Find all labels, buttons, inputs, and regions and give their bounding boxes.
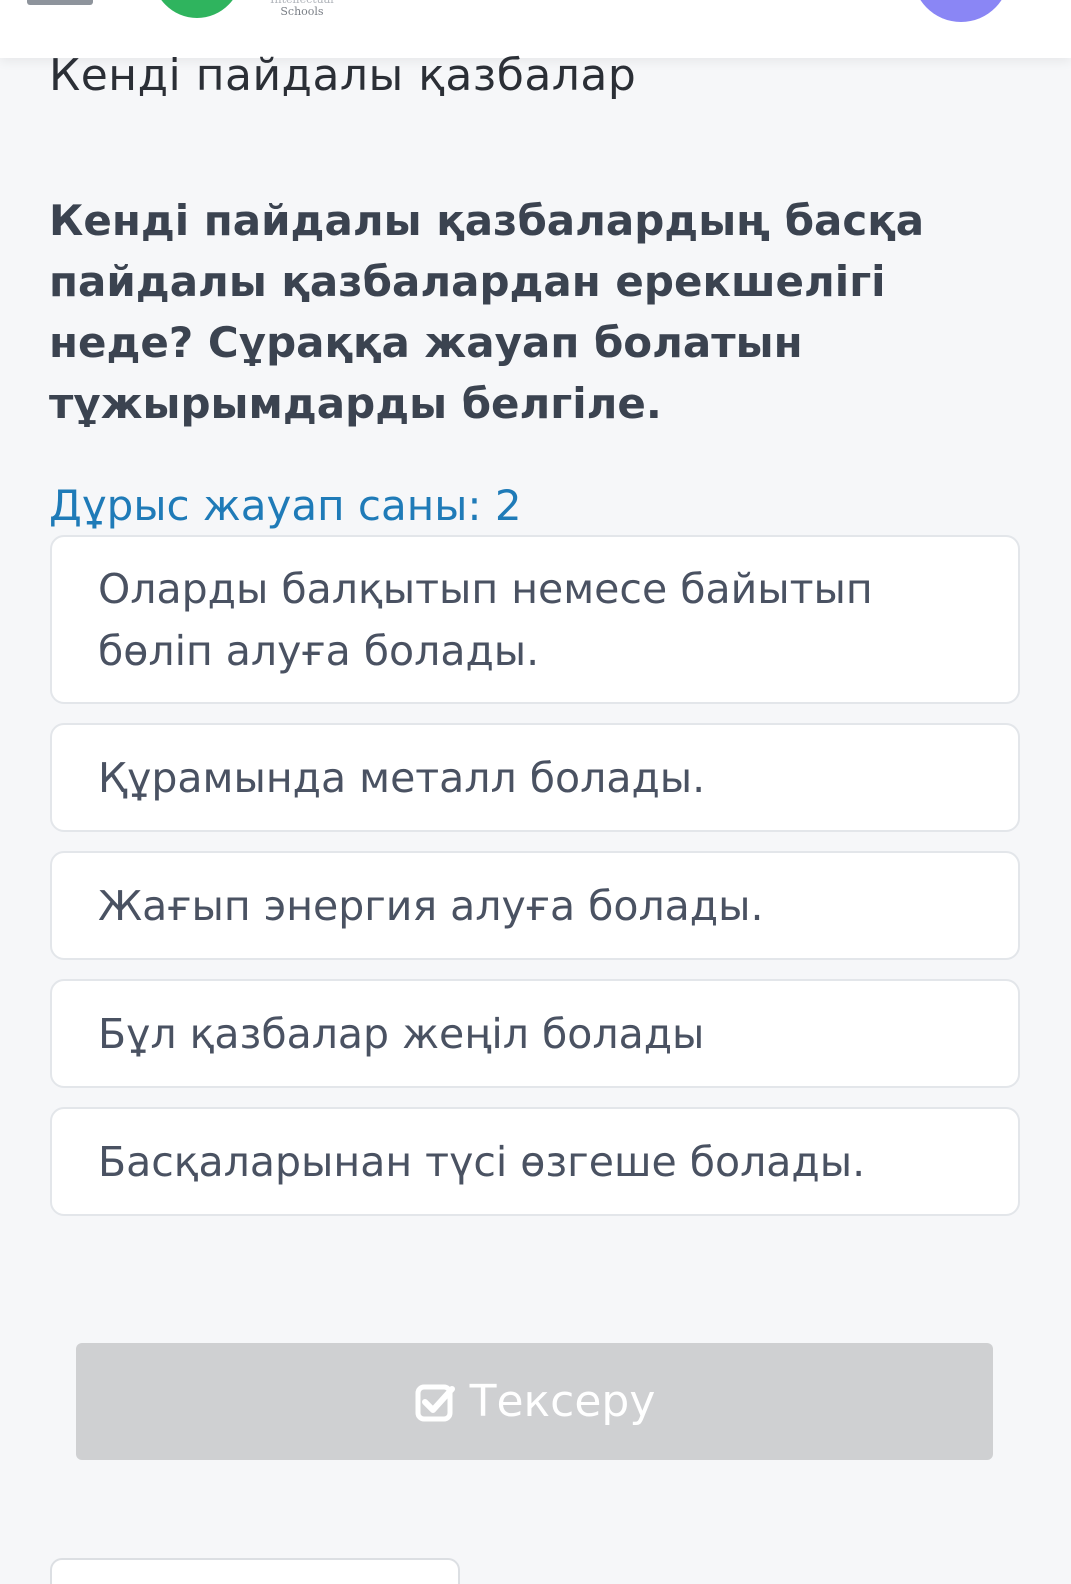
- answer-option-4[interactable]: Бұл қазбалар жеңіл болады: [50, 979, 1020, 1088]
- logo-icon[interactable]: [152, 0, 242, 18]
- answer-option-label: Басқаларынан түсі өзгеше болады.: [98, 1137, 866, 1186]
- correct-answer-count: Дұрыс жауап саны: 2: [49, 481, 522, 530]
- page-title: Кенді пайдалы қазбалар: [49, 50, 637, 101]
- logo-text: Intellectual Schools: [262, 0, 342, 18]
- answer-option-2[interactable]: Құрамында металл болады.: [50, 723, 1020, 832]
- logo-text-bottom: Schools: [280, 5, 324, 18]
- answer-option-3[interactable]: Жағып энергия алуға болады.: [50, 851, 1020, 960]
- menu-icon[interactable]: [27, 0, 93, 5]
- avatar[interactable]: [912, 0, 1010, 22]
- question-text: Кенді пайдалы қазбалардың басқа пайдалы …: [49, 196, 925, 428]
- answer-options: Оларды балқытып немесе байытып бөліп алу…: [50, 535, 1020, 1235]
- answer-option-5[interactable]: Басқаларынан түсі өзгеше болады.: [50, 1107, 1020, 1216]
- quiz-page: Intellectual Schools Кенді пайдалы қазба…: [0, 0, 1071, 1584]
- answer-option-1[interactable]: Оларды балқытып немесе байытып бөліп алу…: [50, 535, 1020, 704]
- answer-option-label: Жағып энергия алуға болады.: [98, 881, 764, 930]
- answer-option-label: Құрамында металл болады.: [98, 753, 706, 802]
- check-button[interactable]: Тексеру: [76, 1343, 993, 1460]
- answer-option-label: Оларды балқытып немесе байытып бөліп алу…: [98, 564, 873, 675]
- answer-option-label: Бұл қазбалар жеңіл болады: [98, 1009, 705, 1058]
- bottom-card[interactable]: [50, 1558, 460, 1584]
- check-button-label: Тексеру: [469, 1376, 656, 1427]
- check-square-icon: [415, 1384, 455, 1421]
